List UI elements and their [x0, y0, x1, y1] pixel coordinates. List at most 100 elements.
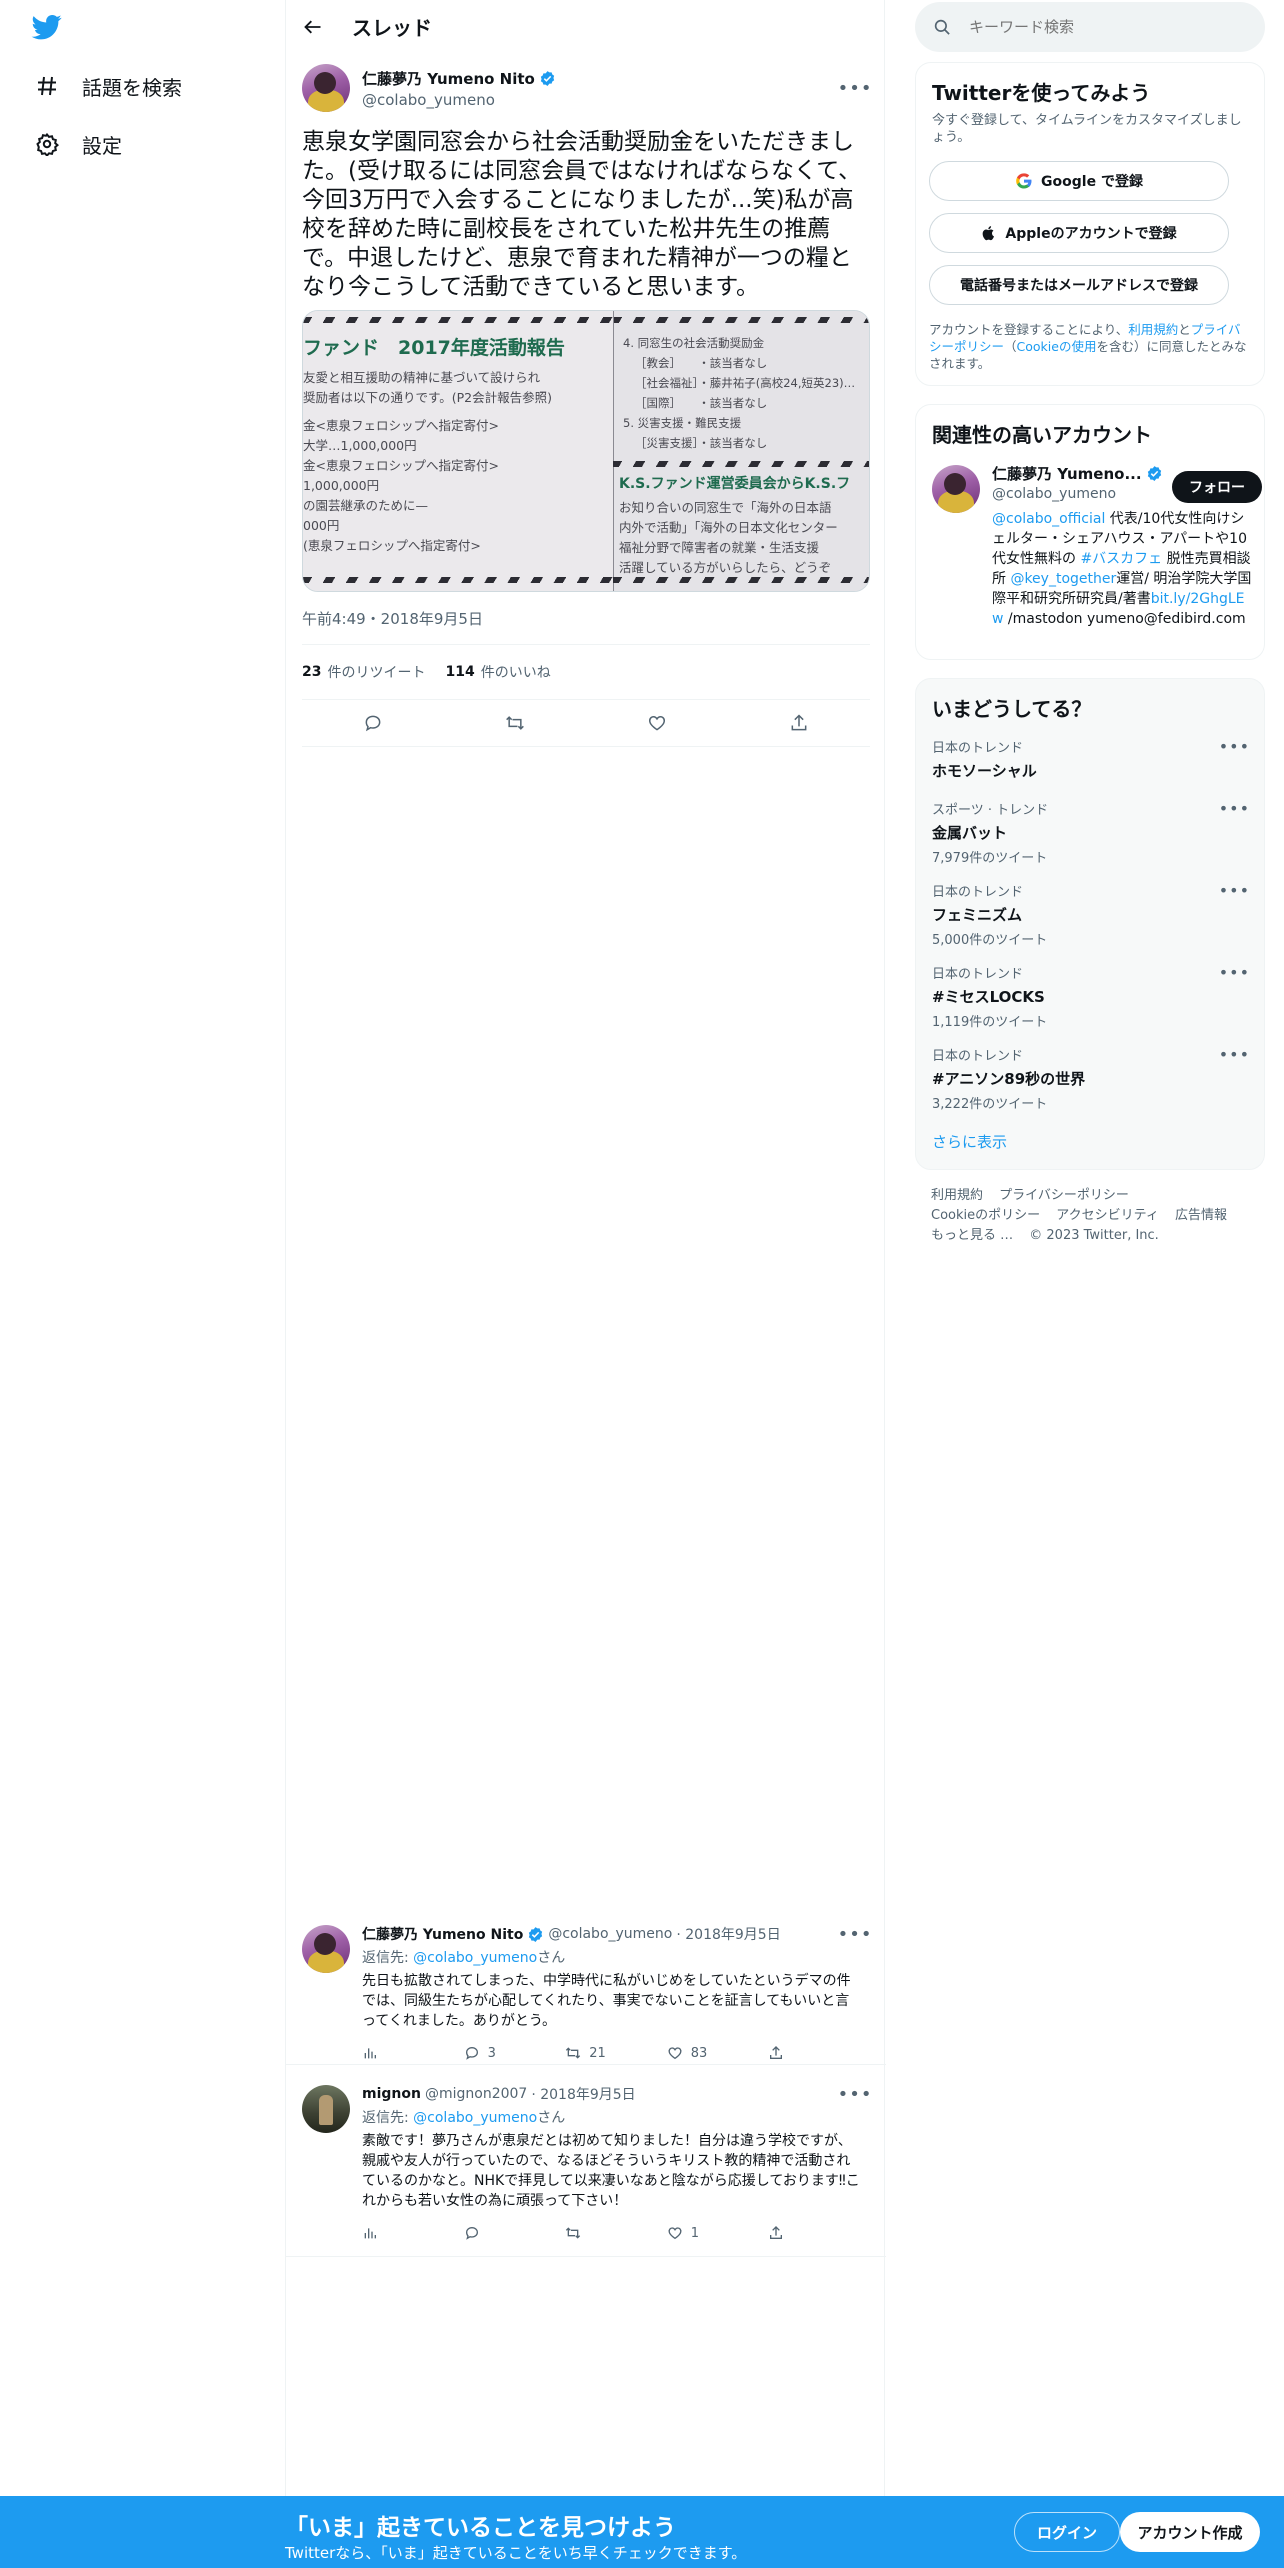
- analytics-button[interactable]: [362, 2045, 464, 2061]
- avatar[interactable]: [302, 2085, 350, 2133]
- avatar[interactable]: [302, 1925, 350, 1973]
- reply-to-handle[interactable]: @colabo_yumeno: [413, 2110, 537, 2126]
- more-options-icon[interactable]: •••: [838, 1919, 872, 1949]
- apple-signup-button[interactable]: Appleのアカウントで登録: [929, 213, 1229, 253]
- google-signup-button[interactable]: Google で登録: [929, 161, 1229, 201]
- reply-author-handle[interactable]: @colabo_yumeno: [548, 1926, 672, 1942]
- reply-button[interactable]: [354, 704, 392, 742]
- cookie-link[interactable]: Cookieの使用: [1017, 339, 1097, 354]
- more-options-icon[interactable]: •••: [1219, 799, 1250, 818]
- image-line: 友愛と相互援助の精神に基づいて設けられ: [303, 370, 541, 385]
- trend-item[interactable]: 日本のトレンド #アニソン89秒の世界 3,222件のツイート •••: [932, 1045, 1250, 1112]
- bio-text: /mastodon yumeno@fedibird.com: [1003, 611, 1246, 627]
- page-title: スレッド: [352, 16, 432, 40]
- trend-item[interactable]: 日本のトレンド フェミニズム 5,000件のツイート •••: [932, 881, 1250, 948]
- trend-item[interactable]: スポーツ · トレンド 金属バット 7,979件のツイート •••: [932, 799, 1250, 866]
- avatar[interactable]: [302, 64, 350, 112]
- bio-link[interactable]: @colabo_official: [992, 511, 1105, 527]
- reply-author-handle[interactable]: @mignon2007: [425, 2086, 527, 2102]
- related-name[interactable]: 仁藤夢乃 Yumeno...: [992, 463, 1142, 484]
- related-accounts-card: 関連性の高いアカウント 仁藤夢乃 Yumeno... @colabo_yumen…: [915, 404, 1265, 660]
- reply-date[interactable]: · 2018年9月5日: [531, 2084, 635, 2104]
- image-dash-border: [613, 461, 869, 467]
- more-options-icon[interactable]: •••: [1219, 737, 1250, 756]
- main-tweet: 仁藤夢乃 Yumeno Nito @colabo_yumeno ••• 恵泉女学…: [302, 64, 872, 302]
- reply-to-handle[interactable]: @colabo_yumeno: [413, 1950, 537, 1966]
- image-line: 5. 災害支援・難民支援: [623, 416, 742, 430]
- image-dash-border: [613, 577, 869, 583]
- verified-badge-icon: [1147, 466, 1161, 481]
- author-name[interactable]: 仁藤夢乃 Yumeno Nito: [362, 68, 535, 89]
- image-line: 奨励者は以下の通りです。(P2会計報告参照): [303, 390, 552, 405]
- image-line: 1,000,000円: [303, 478, 380, 493]
- banner-title: 「いま」起きていることを見つけよう: [285, 2515, 676, 2541]
- image-line: 福祉分野で障害者の就業・生活支援: [619, 540, 820, 555]
- search-bar[interactable]: [915, 2, 1265, 52]
- like-button[interactable]: [638, 704, 676, 742]
- like-count: 83: [690, 2045, 708, 2061]
- like-label[interactable]: 件のいいね: [481, 662, 551, 682]
- terms-link[interactable]: 利用規約: [1128, 322, 1178, 337]
- search-input[interactable]: [969, 18, 1219, 36]
- footer-accessibility-link[interactable]: アクセシビリティ: [1056, 1208, 1159, 1223]
- image-line: (恵泉フェロシップへ指定寄付>: [303, 538, 481, 553]
- follow-button[interactable]: フォロー: [1172, 471, 1262, 503]
- create-account-button[interactable]: アカウント作成: [1120, 2512, 1260, 2552]
- more-options-icon[interactable]: •••: [1219, 963, 1250, 982]
- apple-icon: [981, 224, 997, 242]
- trend-meta: スポーツ · トレンド: [932, 803, 1049, 818]
- more-options-icon[interactable]: •••: [838, 73, 872, 103]
- tweet-image[interactable]: ファンド 2017年度活動報告 友愛と相互援助の精神に基づいて設けられ 奨励者は…: [302, 310, 870, 592]
- nav-explore-label: 話題を検索: [82, 75, 182, 100]
- trend-name: ホモソーシャル: [932, 762, 1037, 780]
- footer-more-link[interactable]: もっと見る …: [931, 1228, 1013, 1243]
- retweet-icon: [566, 2227, 581, 2239]
- reply-icon: [365, 715, 381, 732]
- share-button[interactable]: [768, 2045, 870, 2061]
- footer-terms-link[interactable]: 利用規約: [931, 1188, 983, 1203]
- reply-tweet[interactable]: 仁藤夢乃 Yumeno Nito @colabo_yumeno · 2018年9…: [286, 1913, 886, 2065]
- login-button[interactable]: ログイン: [1014, 2512, 1120, 2552]
- share-button[interactable]: [780, 704, 818, 742]
- bio-link[interactable]: #バスカフェ: [1080, 551, 1162, 567]
- author-handle[interactable]: @colabo_yumeno: [362, 91, 840, 109]
- nav-settings[interactable]: 設定: [34, 124, 122, 164]
- avatar[interactable]: [932, 465, 980, 513]
- like-button[interactable]: 1: [667, 2225, 769, 2241]
- retweet-button[interactable]: 21: [565, 2045, 667, 2061]
- footer-ads-link[interactable]: 広告情報: [1175, 1208, 1227, 1223]
- footer-privacy-link[interactable]: プライバシーポリシー: [999, 1188, 1129, 1203]
- reply-tweet[interactable]: mignon @mignon2007 · 2018年9月5日 ••• 返信先: …: [286, 2073, 886, 2257]
- retweet-count[interactable]: 23: [302, 664, 321, 680]
- more-options-icon[interactable]: •••: [838, 2079, 872, 2109]
- retweet-button[interactable]: [565, 2225, 667, 2241]
- retweet-label[interactable]: 件のリツイート: [327, 662, 425, 682]
- reply-button[interactable]: [464, 2225, 566, 2241]
- analytics-button[interactable]: [362, 2225, 464, 2241]
- image-heading: ファンド 2017年度活動報告: [303, 337, 565, 359]
- reply-date[interactable]: · 2018年9月5日: [676, 1924, 780, 1944]
- trend-count: 3,222件のツイート: [932, 1097, 1048, 1112]
- trend-item[interactable]: 日本のトレンド #ミセスLOCKS 1,119件のツイート •••: [932, 963, 1250, 1030]
- apple-signup-label: Appleのアカウントで登録: [1005, 226, 1177, 242]
- footer-cookie-link[interactable]: Cookieのポリシー: [931, 1208, 1040, 1223]
- like-button[interactable]: 83: [667, 2045, 769, 2061]
- more-options-icon[interactable]: •••: [1219, 881, 1250, 900]
- twitter-bird-icon[interactable]: [30, 12, 70, 48]
- trend-meta: 日本のトレンド: [932, 741, 1024, 756]
- like-count[interactable]: 114: [445, 664, 474, 680]
- tweet-timestamp[interactable]: 午前4:49・2018年9月5日: [302, 608, 483, 629]
- show-more-link[interactable]: さらに表示: [932, 1131, 1007, 1152]
- retweet-button[interactable]: [496, 704, 534, 742]
- back-button[interactable]: [296, 10, 330, 44]
- more-options-icon[interactable]: •••: [1219, 1045, 1250, 1064]
- reply-author-name[interactable]: 仁藤夢乃 Yumeno Nito: [362, 1924, 523, 1944]
- reply-button[interactable]: 3: [464, 2045, 566, 2061]
- share-button[interactable]: [768, 2225, 870, 2241]
- google-icon: [1015, 172, 1033, 190]
- trend-item[interactable]: 日本のトレンド ホモソーシャル •••: [932, 737, 1250, 781]
- nav-explore[interactable]: 話題を検索: [34, 66, 182, 106]
- reply-author-name[interactable]: mignon: [362, 2086, 421, 2102]
- phone-email-signup-button[interactable]: 電話番号またはメールアドレスで登録: [929, 265, 1229, 305]
- bio-link[interactable]: @key_together: [1010, 571, 1116, 587]
